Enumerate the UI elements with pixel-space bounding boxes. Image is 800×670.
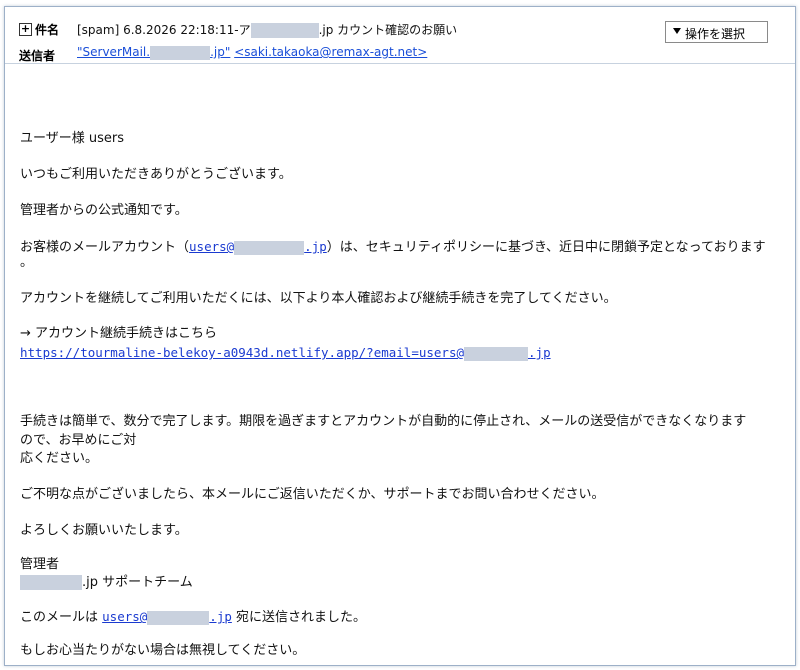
account-line: お客様のメールアカウント（users@ .jp）は、セキュリティポリシーに基づき、…	[20, 239, 766, 255]
signature-title: 管理者	[20, 557, 60, 572]
redacted-block	[250, 23, 319, 38]
arrow-line: → アカウント継続手続きはこちら	[20, 326, 218, 341]
phishing-link[interactable]: https://tourmaline-belekoy-a0943d.netlif…	[20, 343, 551, 364]
sender-label: 送信者	[19, 49, 56, 63]
procedure-line-3: 応ください。	[20, 451, 99, 466]
signature-team: .jp サポートチーム	[20, 573, 193, 593]
email-viewer: + 件名 [spam] 6.8.2026 22:18:11-ア .jp カウント確…	[4, 6, 796, 666]
account-line-wrap: 。	[20, 255, 34, 270]
subject-label: 件名	[35, 23, 60, 37]
thanks-line: いつもご利用いただきありがとうございます。	[20, 167, 292, 182]
greeting: ユーザー様 users	[20, 131, 125, 146]
sent-to-email-link[interactable]: users@ .jp	[102, 609, 232, 625]
redacted-block	[20, 575, 82, 590]
action-select-label: 操作を選択	[685, 27, 746, 41]
email-header: + 件名 [spam] 6.8.2026 22:18:11-ア .jp カウント確…	[5, 7, 795, 64]
expand-icon[interactable]: +	[19, 23, 32, 36]
continue-line: アカウントを継続してご利用いただくには、以下より本人確認および継続手続きを完了し…	[20, 291, 617, 306]
redacted-block	[147, 610, 210, 625]
regards-line: よろしくお願いいたします。	[20, 523, 188, 538]
questions-line: ご不明な点がございましたら、本メールにご返信いただくか、サポートまでお問い合わせ…	[20, 487, 605, 502]
redacted-block	[234, 240, 305, 255]
ignore-line: もしお心当たりがない場合は無視してください。	[20, 643, 306, 658]
sent-to-line: このメールは users@ .jp 宛に送信されました。	[20, 609, 367, 625]
account-email-link[interactable]: users@ .jp	[189, 239, 327, 255]
subject-value: [spam] 6.8.2026 22:18:11-ア .jp カウント確認のお願い	[77, 21, 457, 38]
subject-suffix: .jp カウント確認のお願い	[318, 23, 458, 37]
sender-email[interactable]: <saki.takaoka@remax-agt.net>	[234, 45, 427, 59]
redacted-block	[464, 346, 529, 361]
action-select-button[interactable]: 操作を選択	[665, 21, 768, 43]
procedure-line-2: ので、お早めにご対	[20, 433, 137, 448]
notice-line: 管理者からの公式通知です。	[20, 203, 188, 218]
sender-link[interactable]: "ServerMail. .jp"	[77, 45, 230, 60]
dropdown-arrow-icon	[673, 28, 681, 34]
sender-value[interactable]: "ServerMail. .jp" <saki.takaoka@remax-agt…	[77, 45, 427, 60]
subject-prefix: [spam] 6.8.2026 22:18:11-ア	[77, 23, 251, 37]
redacted-block	[150, 45, 211, 60]
procedure-line-1: 手続きは簡単で、数分で完了します。期限を過ぎますとアカウントが自動的に停止され、…	[20, 414, 747, 429]
